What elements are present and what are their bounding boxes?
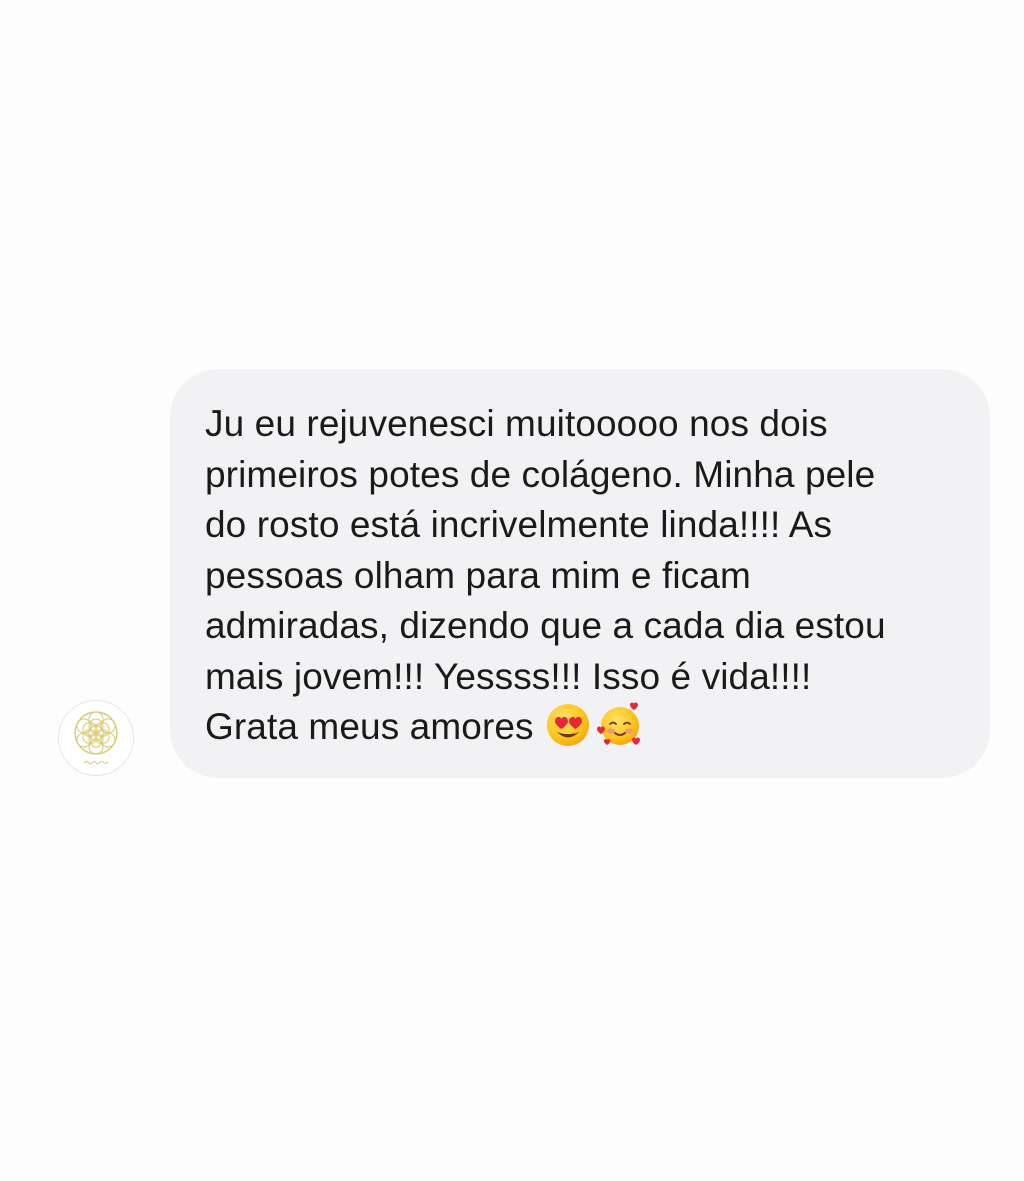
flower-of-life-icon — [74, 711, 118, 765]
heart-eyes-emoji-icon — [546, 704, 589, 747]
message-text: Ju eu rejuvenesci muitooooo nos dois pri… — [205, 399, 960, 753]
message-line: mais jovem!!! Yessss!!! Isso é vida!!!! — [205, 655, 812, 697]
message-line: primeiros potes de colágeno. Minha pele — [205, 453, 876, 495]
incoming-message-bubble[interactable]: Ju eu rejuvenesci muitooooo nos dois pri… — [170, 369, 990, 778]
smiling-face-with-hearts-emoji-icon — [596, 702, 640, 746]
emoji-group — [544, 701, 644, 749]
conversation-thread: Ju eu rejuvenesci muitooooo nos dois pri… — [0, 0, 1024, 1181]
sender-avatar[interactable] — [58, 700, 134, 776]
message-line: do rosto está incrivelmente linda!!!! As — [205, 504, 833, 545]
message-line: Ju eu rejuvenesci muitooooo nos dois — [205, 403, 828, 444]
message-line-last: Grata meus amores — [205, 702, 960, 753]
message-line-text: Grata meus amores — [205, 706, 534, 747]
message-line: admiradas, dizendo que a cada dia estou — [205, 605, 886, 646]
message-line: pessoas olham para mim e ficam — [205, 554, 751, 596]
logo-wordmark — [83, 760, 109, 765]
